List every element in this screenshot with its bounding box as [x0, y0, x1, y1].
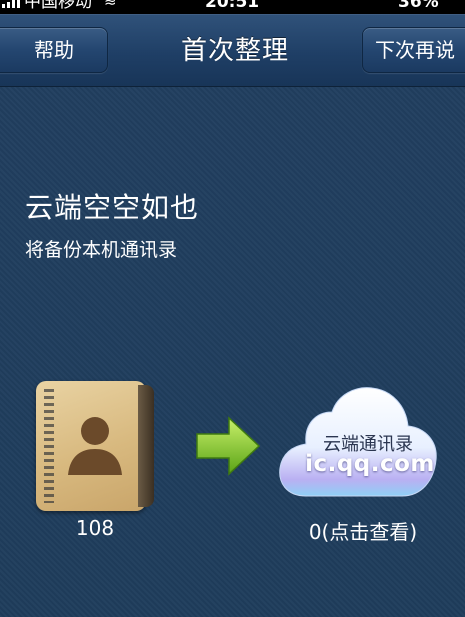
navigation-bar: 帮助 首次整理 下次再说	[0, 14, 465, 87]
battery-percent: 36%	[398, 0, 439, 12]
address-book-rings	[44, 389, 54, 503]
status-time: 20:51	[205, 0, 260, 12]
later-button[interactable]: 下次再说	[362, 27, 465, 73]
cloud-contact-count-link[interactable]: 0(点击查看)	[293, 516, 433, 545]
help-button[interactable]: 帮助	[0, 27, 108, 73]
local-contact-count: 108	[75, 516, 115, 540]
status-bar: 中国移动 ≈ 20:51 36%	[0, 0, 465, 14]
cloud-domain: ic.qq.com	[305, 451, 435, 477]
empty-cloud-title: 云端空空如也	[25, 191, 200, 224]
person-silhouette-icon	[68, 417, 122, 475]
backup-subtitle: 将备份本机通讯录	[25, 239, 178, 261]
page-title: 首次整理	[180, 36, 289, 66]
signal-icon	[2, 0, 20, 8]
right-arrow-icon	[196, 416, 261, 476]
carrier-name: 中国移动	[24, 0, 92, 12]
wifi-icon: ≈	[104, 0, 117, 11]
address-book-pages	[138, 385, 154, 507]
address-book-icon[interactable]	[36, 381, 154, 511]
